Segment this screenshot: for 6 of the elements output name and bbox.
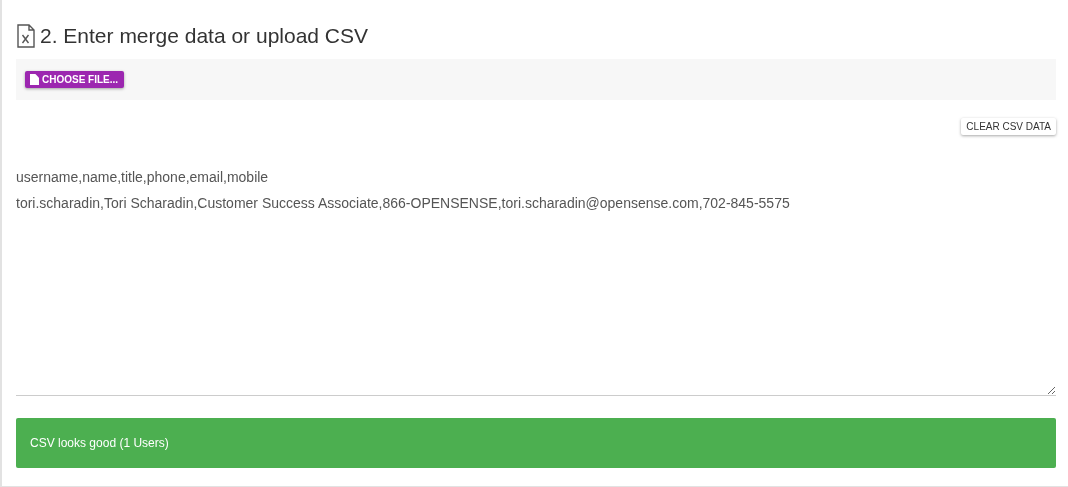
choose-file-button[interactable]: CHOOSE FILE... [25, 71, 125, 88]
spreadsheet-file-icon [16, 24, 36, 48]
alert-message: CSV looks good (1 Users) [30, 436, 169, 450]
clear-csv-button[interactable]: CLEAR CSV DATA [961, 118, 1056, 135]
section-title: 2. Enter merge data or upload CSV [40, 24, 369, 48]
document-icon [30, 74, 39, 85]
